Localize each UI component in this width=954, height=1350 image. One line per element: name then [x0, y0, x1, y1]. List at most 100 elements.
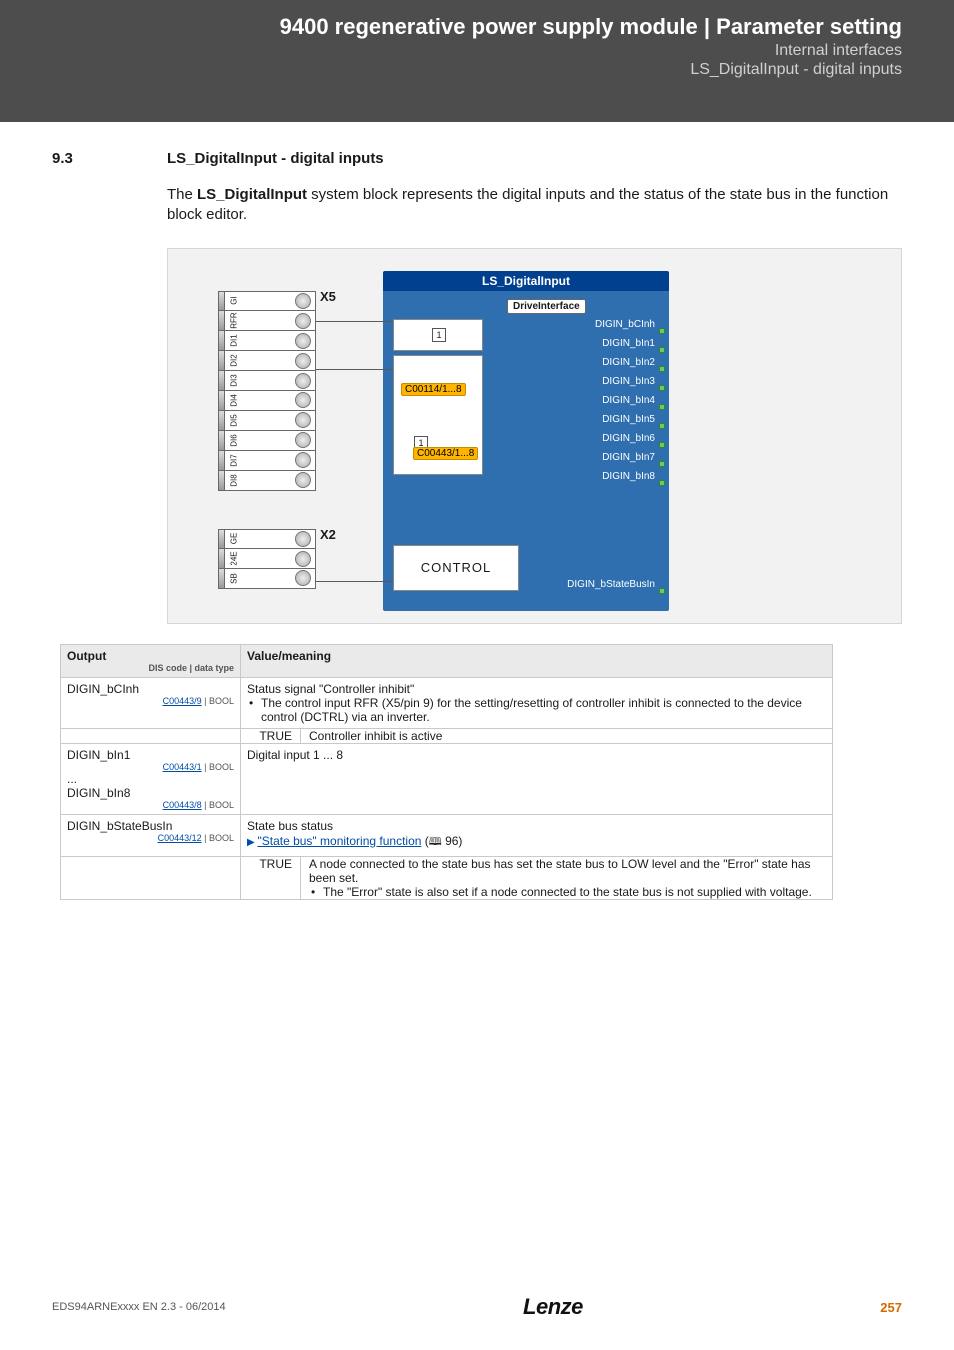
output-type: | BOOL	[202, 833, 234, 843]
output-code: C00443/12 | BOOL	[67, 833, 234, 843]
terminal-row: DI2	[219, 351, 315, 371]
intro-bold: LS_DigitalInput	[197, 186, 307, 203]
page-footer: EDS94ARNExxxx EN 2.3 - 06/2014 Lenze 257	[52, 1294, 902, 1320]
terminal-row: 24E	[219, 549, 315, 569]
value-bullet: The control input RFR (X5/pin 9) for the…	[247, 696, 826, 724]
output-name: DIGIN_bIn8	[67, 786, 130, 800]
pin-label: DI3	[230, 372, 239, 390]
terminal-row: GI	[219, 292, 315, 312]
code-link[interactable]: C00443/9	[163, 696, 202, 706]
ls-block-body: DriveInterface 1 1 C00114/1...8 C00443/1…	[383, 291, 669, 611]
terminal-row: SB	[219, 569, 315, 588]
page-header: 9400 regenerative power supply module | …	[0, 0, 954, 122]
pin-label: DI6	[230, 431, 239, 449]
output-code: C00443/1 | BOOL	[67, 762, 234, 772]
pin-label: 24E	[230, 550, 239, 568]
pin-label: DI8	[230, 471, 239, 489]
pin-label: DI4	[230, 391, 239, 409]
drive-interface-tag: DriveInterface	[507, 299, 586, 314]
section-heading: 9.3 LS_DigitalInput - digital inputs	[52, 150, 902, 167]
link-arrow-icon: ▶	[247, 837, 257, 848]
terminal-row: RFR	[219, 311, 315, 331]
output-label: DIGIN_bIn2	[602, 357, 655, 368]
inverter-block-1: 1	[393, 319, 483, 351]
output-code: C00443/9 | BOOL	[67, 696, 234, 706]
th-output: Output DIS code | data type	[61, 644, 241, 677]
pin-label: GI	[230, 292, 239, 310]
sub-bullet: The "Error" state is also set if a node …	[309, 885, 832, 899]
pin-label: DI5	[230, 411, 239, 429]
sub-label: TRUE	[241, 857, 301, 899]
output-label: DIGIN_bIn5	[602, 414, 655, 425]
value-cell: Status signal "Controller inhibit" The c…	[241, 677, 833, 728]
table-subrow: TRUE Controller inhibit is active	[61, 728, 833, 743]
output-type: | BOOL	[202, 762, 234, 772]
param-c00443: C00443/1...8	[413, 447, 478, 460]
control-block: CONTROL	[393, 545, 519, 591]
table-row: DIGIN_bIn1 C00443/1 | BOOL ... DIGIN_bIn…	[61, 743, 833, 814]
code-link[interactable]: C00443/1	[163, 762, 202, 772]
pin-label: GE	[230, 530, 239, 548]
th-output-label: Output	[67, 649, 106, 663]
pin-label: RFR	[230, 312, 239, 330]
output-name: DIGIN_bIn1	[67, 748, 130, 762]
one-symbol: 1	[432, 328, 446, 342]
terminal-row: DI6	[219, 431, 315, 451]
output-name: DIGIN_bCInh	[67, 682, 139, 696]
terminal-row: DI8	[219, 471, 315, 490]
ls-digitalinput-block: LS_DigitalInput DriveInterface 1 1 C0011…	[383, 271, 669, 611]
header-title: 9400 regenerative power supply module | …	[52, 14, 902, 40]
page-content: 9.3 LS_DigitalInput - digital inputs The…	[0, 122, 954, 900]
footer-logo: Lenze	[523, 1294, 583, 1320]
table-subrow: TRUE A node connected to the state bus h…	[61, 856, 833, 899]
terminal-row: DI4	[219, 391, 315, 411]
pin-label: SB	[230, 569, 239, 587]
section-number: 9.3	[52, 150, 127, 167]
terminal-block-x2: GE 24E SB	[218, 529, 316, 589]
sub-label: TRUE	[241, 729, 301, 743]
terminal-row: DI3	[219, 371, 315, 391]
th-output-hint: DIS code | data type	[67, 663, 234, 673]
output-label: DIGIN_bIn1	[602, 338, 655, 349]
th-value: Value/meaning	[241, 644, 833, 677]
intro-pre: The	[167, 186, 197, 203]
output-label: DIGIN_bIn3	[602, 376, 655, 387]
output-label: DIGIN_bIn7	[602, 452, 655, 463]
output-label: DIGIN_bIn6	[602, 433, 655, 444]
x2-label: X2	[320, 527, 336, 542]
param-c00114: C00114/1...8	[401, 383, 466, 396]
terminal-row: DI1	[219, 331, 315, 351]
value-cell: State bus status ▶ "State bus" monitorin…	[241, 814, 833, 856]
value-link[interactable]: "State bus" monitoring function	[257, 834, 421, 848]
footer-doc-id: EDS94ARNExxxx EN 2.3 - 06/2014	[52, 1301, 226, 1313]
code-link[interactable]: C00443/8	[163, 800, 202, 810]
ellipsis: ...	[67, 772, 234, 786]
output-code: C00443/8 | BOOL	[67, 800, 234, 810]
value-heading: State bus status	[247, 819, 333, 833]
output-label: DIGIN_bCInh	[595, 319, 655, 330]
sub-text: A node connected to the state bus has se…	[301, 857, 832, 899]
value-heading: Status signal "Controller inhibit"	[247, 682, 414, 696]
pin-label: DI2	[230, 352, 239, 370]
output-name: DIGIN_bStateBusIn	[67, 819, 172, 833]
terminal-row: DI5	[219, 411, 315, 431]
pin-label: DI7	[230, 451, 239, 469]
output-label: DIGIN_bIn8	[602, 471, 655, 482]
header-sub2: LS_DigitalInput - digital inputs	[52, 61, 902, 79]
output-table: Output DIS code | data type Value/meanin…	[60, 644, 833, 900]
code-link[interactable]: C00443/12	[158, 833, 202, 843]
output-cell: DIGIN_bStateBusIn C00443/12 | BOOL	[61, 814, 241, 856]
block-diagram: GI RFR DI1 DI2 DI3 DI4 DI5 DI6 DI7 DI8 X…	[167, 248, 902, 624]
pin-label: DI1	[230, 332, 239, 350]
book-icon: 🕮	[429, 833, 442, 852]
x5-label: X5	[320, 289, 336, 304]
header-sub1: Internal interfaces	[52, 42, 902, 60]
output-label: DIGIN_bIn4	[602, 395, 655, 406]
value-link-page: (🕮 96)	[421, 834, 462, 848]
table-row: DIGIN_bStateBusIn C00443/12 | BOOL State…	[61, 814, 833, 856]
terminal-block-x5: GI RFR DI1 DI2 DI3 DI4 DI5 DI6 DI7 DI8	[218, 291, 316, 491]
table-row: DIGIN_bCInh C00443/9 | BOOL Status signa…	[61, 677, 833, 728]
value-cell: Digital input 1 ... 8	[241, 743, 833, 814]
sub-text-line: A node connected to the state bus has se…	[309, 857, 811, 885]
terminal-row: GE	[219, 530, 315, 550]
